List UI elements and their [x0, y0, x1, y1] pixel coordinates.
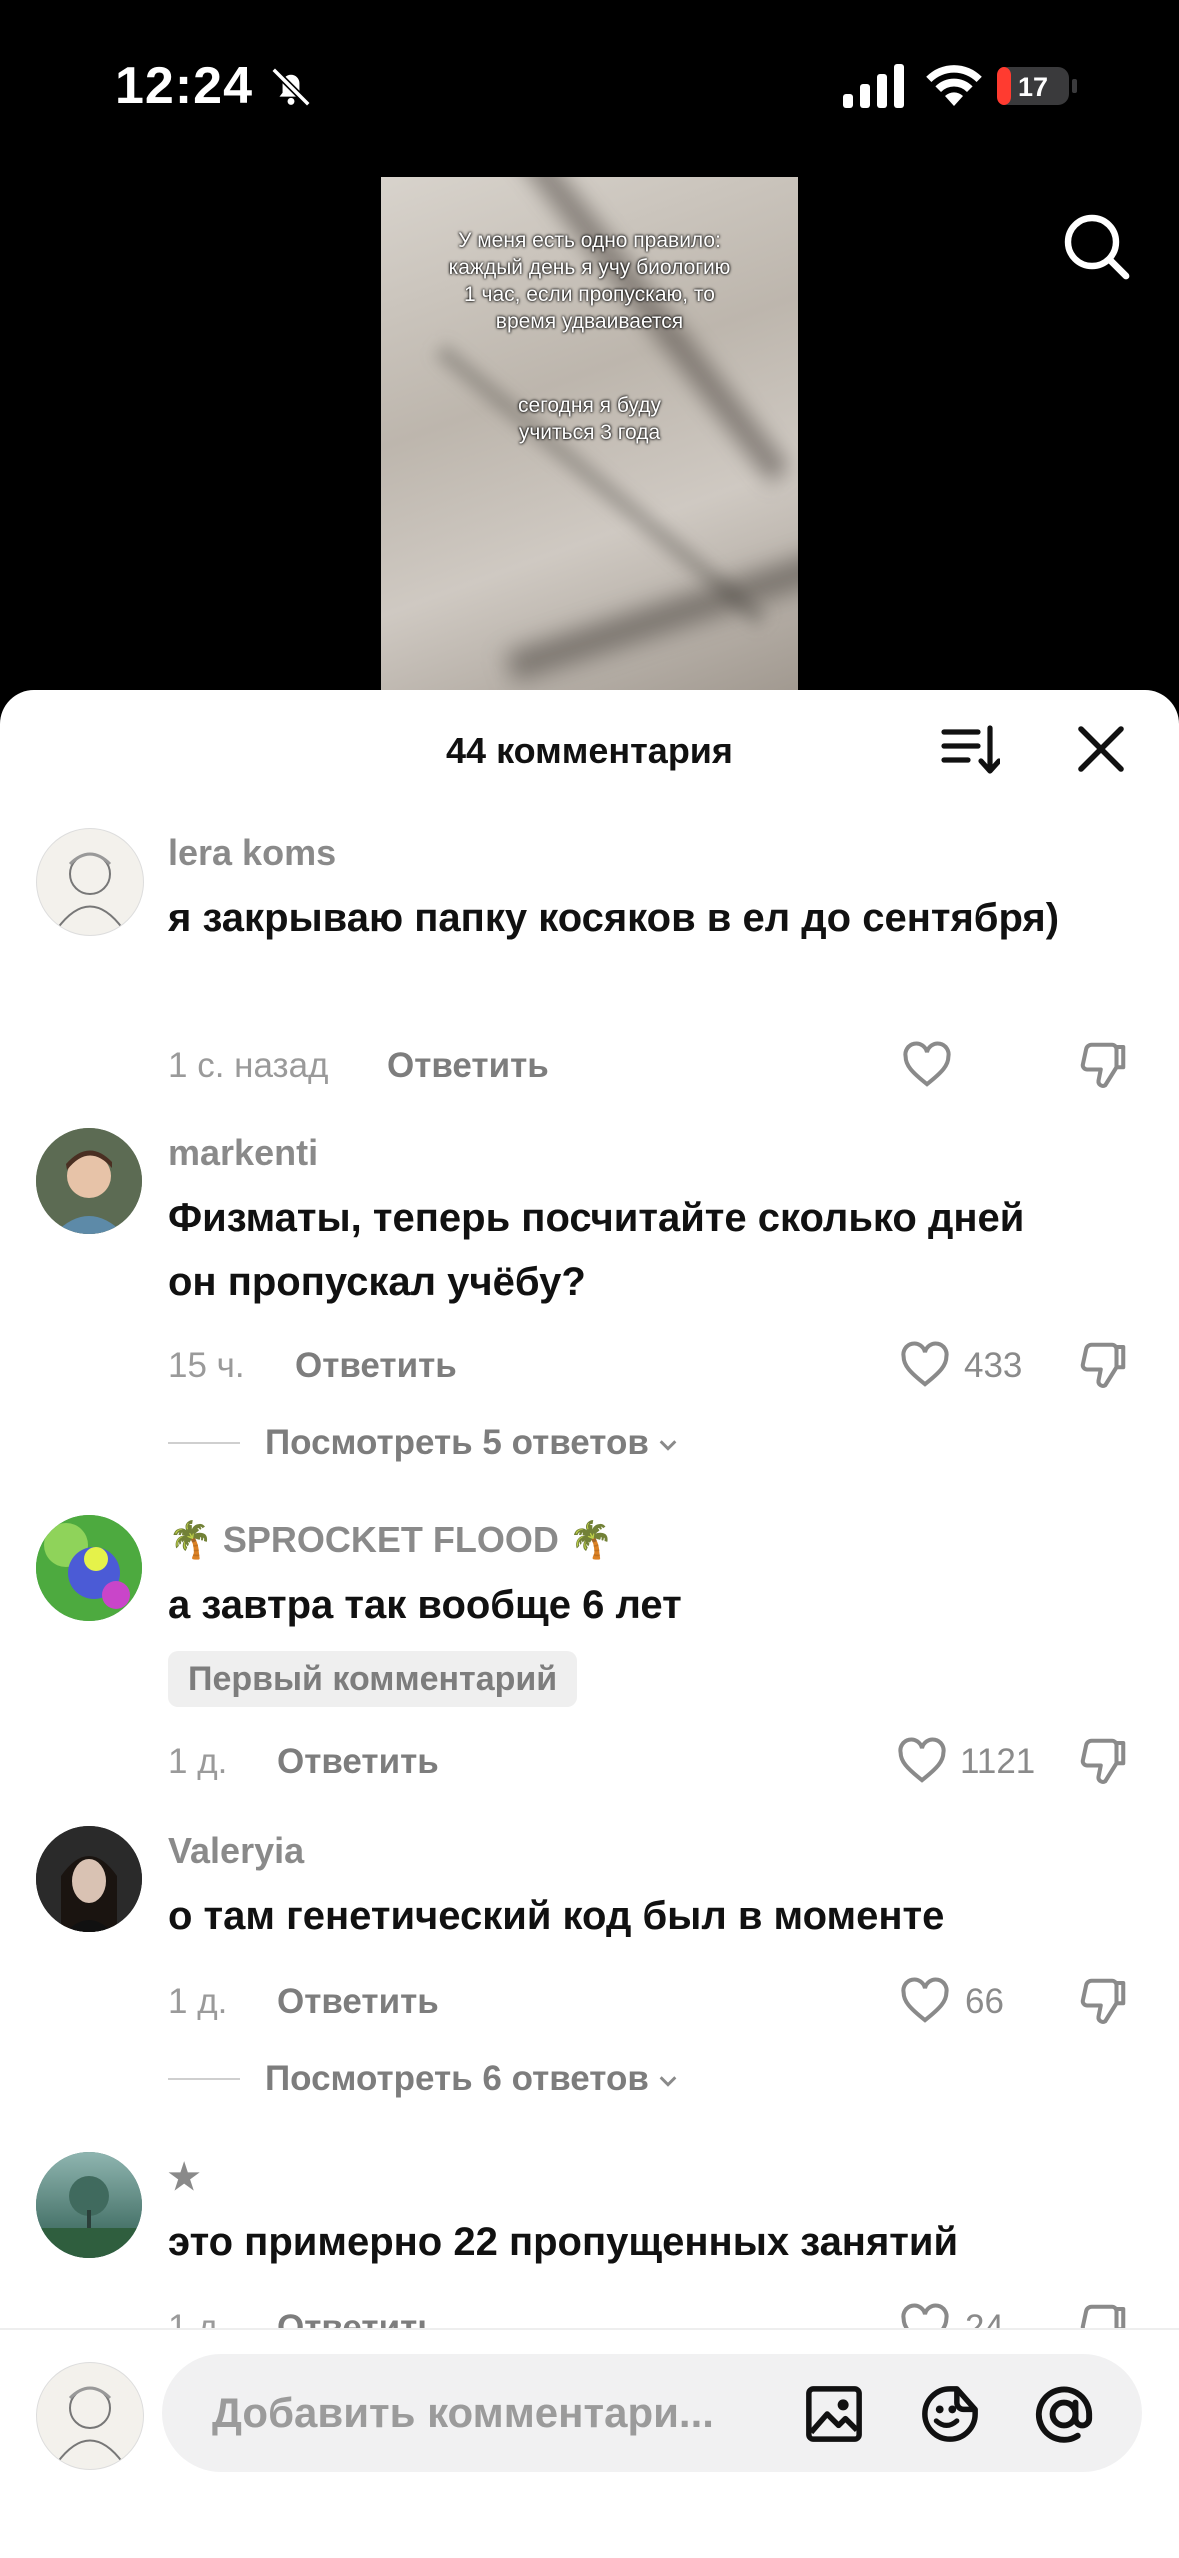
reply-button[interactable]: Ответить — [295, 1346, 457, 1386]
video-overlay-line: У меня есть одно правило: — [458, 229, 721, 252]
dislike-icon[interactable] — [1076, 1338, 1130, 1392]
video-overlay-line: 1 час, если пропускаю, то — [464, 283, 715, 306]
bell-slash-icon — [271, 67, 311, 107]
search-icon[interactable] — [1060, 210, 1132, 282]
like-count: 66 — [965, 1982, 1004, 2021]
comment-username[interactable]: lera koms — [168, 832, 336, 874]
avatar[interactable] — [36, 1128, 142, 1234]
emoji-icon[interactable] — [918, 2382, 982, 2446]
divider — [168, 2078, 240, 2080]
heart-icon[interactable] — [898, 1974, 952, 2028]
wifi-icon — [926, 65, 982, 106]
heart-icon[interactable] — [898, 1338, 952, 1392]
dislike-icon[interactable] — [1076, 1734, 1130, 1788]
view-replies-button[interactable]: Посмотреть 5 ответов — [265, 1423, 679, 1463]
close-icon[interactable] — [1075, 723, 1127, 775]
chevron-down-icon — [659, 2076, 677, 2087]
comment-input-placeholder: Добавить комментари... — [212, 2389, 714, 2436]
video-overlay-line: учиться 3 года — [518, 421, 661, 444]
comment-text: это примерно 22 пропущенных занятий — [168, 2220, 959, 2264]
battery-level: 17 — [1018, 72, 1048, 102]
battery-icon: 17 — [996, 66, 1078, 106]
video-overlay-line: время удваивается — [495, 310, 684, 333]
comment-composer: Добавить комментари... — [0, 2328, 1179, 2558]
my-avatar — [36, 2362, 144, 2470]
comments-count-title: 44 комментария — [446, 730, 733, 771]
heart-icon[interactable] — [900, 1038, 954, 1092]
comment-username[interactable]: markenti — [168, 1132, 318, 1174]
comment-time: 1 д. — [168, 1982, 228, 2021]
avatar[interactable] — [36, 2152, 142, 2258]
sort-icon[interactable] — [940, 720, 1000, 780]
at-icon[interactable] — [1032, 2382, 1096, 2446]
like-count: 433 — [964, 1346, 1023, 1385]
image-icon[interactable] — [802, 2382, 866, 2446]
avatar[interactable] — [36, 1515, 142, 1621]
comment-time: 1 с. назад — [168, 1046, 329, 1085]
heart-icon[interactable] — [895, 1734, 949, 1788]
reply-button[interactable]: Ответить — [387, 1046, 549, 1086]
dislike-icon[interactable] — [1076, 1974, 1130, 2028]
status-time: 12:24 — [115, 57, 253, 115]
video-overlay-line: сегодня я буду — [518, 394, 661, 417]
dislike-icon[interactable] — [1076, 1038, 1130, 1092]
status-bar: 12:24 17 — [0, 0, 1179, 280]
comment-text: Физматы, теперь посчитайте сколько дней … — [168, 1196, 1025, 1304]
comment-text: я закрываю папку косяков в ел до сентябр… — [168, 896, 1060, 940]
comment-text: а завтра так вообще 6 лет — [168, 1583, 682, 1627]
comment-username[interactable]: 🌴 SPROCKET FLOOD 🌴 — [168, 1519, 614, 1561]
comment-username[interactable]: Valeryia — [168, 1830, 304, 1872]
first-comment-badge: Первый комментарий — [168, 1651, 578, 1707]
comments-sheet: 44 комментария lera koms я закрываю папк… — [0, 690, 1179, 2556]
video-overlay-line: каждый день я учу биологию — [448, 256, 731, 279]
chevron-down-icon — [659, 1440, 677, 1451]
divider — [168, 1442, 240, 1444]
view-replies-label: Посмотреть 6 ответов — [265, 2059, 649, 2098]
comment-input[interactable]: Добавить комментари... — [162, 2354, 1142, 2472]
avatar[interactable] — [36, 1826, 142, 1932]
comment-time: 15 ч. — [168, 1346, 245, 1385]
avatar[interactable] — [36, 828, 144, 936]
view-replies-label: Посмотреть 5 ответов — [265, 1423, 649, 1462]
view-replies-button[interactable]: Посмотреть 6 ответов — [265, 2059, 679, 2099]
comment-text: о там генетический код был в моменте — [168, 1894, 945, 1938]
reply-button[interactable]: Ответить — [277, 1982, 439, 2022]
reply-button[interactable]: Ответить — [277, 1742, 439, 1782]
comment-time: 1 д. — [168, 1742, 228, 1781]
like-count: 1121 — [960, 1742, 1036, 1781]
video-thumbnail[interactable]: У меня есть одно правило: каждый день я … — [381, 177, 798, 702]
comment-username[interactable]: ★ — [168, 2156, 200, 2198]
signal-icon — [843, 64, 904, 108]
